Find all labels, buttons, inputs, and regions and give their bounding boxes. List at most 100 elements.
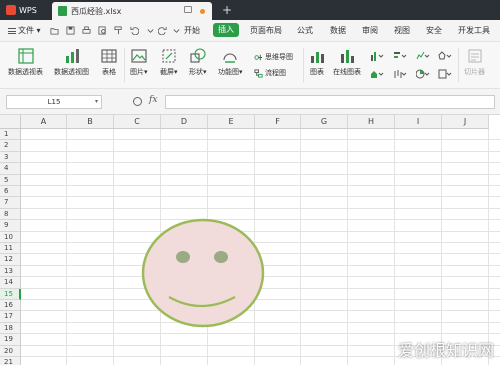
undo-dropdown-icon[interactable] (146, 26, 155, 35)
row-header[interactable]: 9 (0, 220, 21, 232)
column-header[interactable]: C (114, 115, 161, 129)
more-chevron-icon[interactable] (172, 26, 181, 35)
column-chart-icon[interactable] (370, 51, 384, 61)
tab-developer[interactable]: 开发工具 (458, 25, 490, 36)
row-header[interactable]: 10 (0, 231, 21, 243)
shapes-button[interactable]: 形状▾ (189, 48, 207, 77)
row-header[interactable]: 16 (0, 300, 21, 312)
column-header[interactable]: F (255, 115, 301, 129)
row-header[interactable]: 13 (0, 265, 21, 278)
row-header[interactable]: 1 (0, 129, 21, 141)
column-header[interactable]: G (301, 115, 348, 129)
print-icon[interactable] (82, 26, 91, 35)
save-icon[interactable] (66, 26, 75, 35)
line-chart-icon[interactable] (416, 51, 430, 61)
tab-insert[interactable]: 插入 (213, 23, 239, 37)
new-tab-button[interactable]: + (222, 2, 232, 18)
watermark-text: 爱创根知识网 (397, 341, 494, 360)
column-header[interactable]: A (21, 115, 67, 129)
pivot-table-button[interactable]: 数据透视表 (8, 48, 43, 77)
row-header[interactable]: 14 (0, 277, 21, 289)
row-header[interactable]: 7 (0, 197, 21, 209)
chevron-down-icon: ▾ (239, 68, 243, 76)
chart-button[interactable]: 图表 (309, 48, 325, 77)
screenshot-label: 截屏 (160, 68, 174, 76)
row-header[interactable]: 15 (0, 288, 21, 300)
chevron-down-icon[interactable]: ▾ (95, 96, 98, 108)
column-header[interactable]: J (442, 115, 489, 129)
function-chart-button[interactable]: 功能图▾ (218, 48, 243, 77)
tab-security[interactable]: 安全 (426, 25, 442, 36)
redo-icon[interactable] (158, 26, 167, 35)
chart-icon (311, 52, 324, 63)
table-button[interactable]: 表格 (101, 48, 117, 77)
chart-label: 图表 (310, 68, 324, 76)
file-menu-label: 文件 (18, 26, 34, 35)
row-header[interactable]: 2 (0, 140, 21, 152)
monitor-icon[interactable] (184, 6, 192, 13)
folder-icon[interactable] (50, 26, 59, 35)
area-chart-icon[interactable] (370, 69, 384, 79)
name-box[interactable]: L15 ▾ (6, 95, 102, 109)
tab-data[interactable]: 数据 (330, 25, 346, 36)
row-header[interactable]: 18 (0, 322, 21, 335)
formula-bar: L15 ▾ fx (0, 89, 500, 115)
tab-formulas[interactable]: 公式 (297, 25, 313, 36)
row-header[interactable]: 21 (0, 357, 21, 365)
screenshot-button[interactable]: 截屏▾ (160, 48, 178, 77)
tab-page-layout[interactable]: 页面布局 (250, 25, 282, 36)
slicer-button[interactable]: 切片器 (464, 48, 485, 77)
document-tab[interactable]: 西瓜经验.xlsx (52, 2, 212, 20)
table-label: 表格 (102, 68, 116, 76)
print-preview-icon[interactable] (98, 26, 107, 35)
chevron-down-icon: ▾ (144, 68, 148, 76)
chevron-down-icon: ▾ (174, 68, 178, 76)
pivot-chart-label: 数据透视图 (54, 68, 89, 76)
cell-area[interactable] (21, 129, 500, 365)
ribbon-divider (458, 48, 459, 82)
tab-review[interactable]: 审阅 (362, 25, 378, 36)
row-header[interactable]: 19 (0, 334, 21, 346)
bar-chart-icon[interactable] (393, 51, 407, 61)
document-tab-title: 西瓜经验.xlsx (71, 6, 122, 16)
fx-icon[interactable]: fx (149, 95, 157, 105)
row-header[interactable]: 20 (0, 345, 21, 357)
select-all-corner[interactable] (0, 115, 21, 129)
online-chart-button[interactable]: 在线图表 (333, 48, 361, 77)
mindmap-button[interactable]: 思维导图 (254, 52, 293, 62)
row-header[interactable]: 11 (0, 243, 21, 255)
formula-input[interactable] (165, 95, 495, 109)
wps-home-button[interactable]: WPS (2, 2, 41, 18)
scissors-icon (162, 49, 176, 63)
column-header[interactable]: E (208, 115, 255, 129)
row-header[interactable]: 4 (0, 163, 21, 175)
column-header[interactable]: B (67, 115, 114, 129)
other-chart-icon[interactable] (438, 69, 452, 79)
column-header[interactable]: I (395, 115, 442, 129)
tab-view[interactable]: 视图 (394, 25, 410, 36)
row-header[interactable]: 12 (0, 254, 21, 266)
row-header[interactable]: 5 (0, 174, 21, 186)
tab-home[interactable]: 开始 (184, 25, 200, 36)
row-header[interactable]: 17 (0, 311, 21, 323)
zoom-icon[interactable] (133, 97, 142, 106)
stock-chart-icon[interactable] (393, 69, 407, 79)
smiley-face-outline[interactable] (141, 218, 265, 328)
row-header[interactable]: 8 (0, 208, 21, 221)
hamburger-icon (8, 27, 16, 34)
row-header[interactable]: 3 (0, 151, 21, 164)
format-painter-icon[interactable] (114, 26, 123, 35)
unsaved-dot-icon[interactable] (200, 9, 205, 14)
file-menu[interactable]: 文件 ▾ (8, 25, 41, 36)
pivot-chart-button[interactable]: 数据透视图 (54, 48, 89, 77)
column-header[interactable]: H (348, 115, 395, 129)
row-header[interactable]: 6 (0, 186, 21, 198)
picture-button[interactable]: 图片▾ (130, 48, 148, 77)
pie-chart-icon[interactable] (416, 69, 430, 79)
column-header[interactable]: D (161, 115, 208, 129)
undo-icon[interactable] (130, 26, 139, 35)
flowchart-button[interactable]: 流程图 (254, 68, 286, 78)
function-chart-label: 功能图 (218, 68, 239, 76)
smiley-face-drawing[interactable] (21, 129, 500, 365)
radar-chart-icon[interactable] (438, 51, 452, 61)
